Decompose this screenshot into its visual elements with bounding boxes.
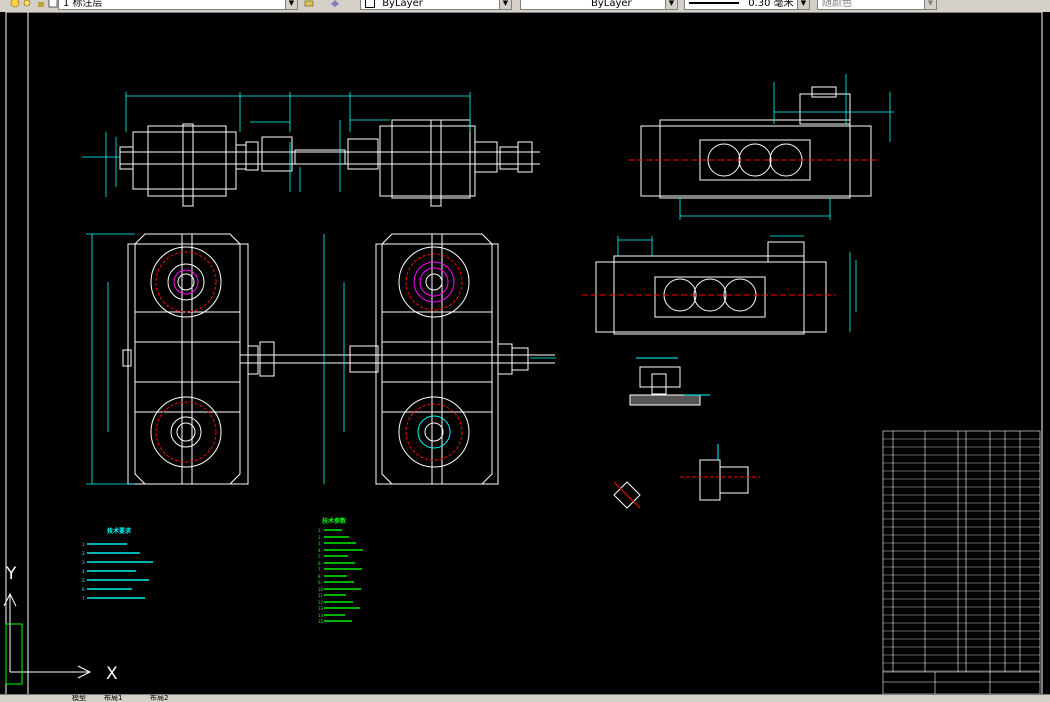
spec-text-line [324, 620, 352, 622]
color-select[interactable]: ByLayer ▼ [360, 0, 512, 10]
side-view-bottom [582, 241, 836, 335]
detail-view-c [613, 481, 641, 509]
spec-item: 2. [318, 534, 322, 540]
layer-previous-icon[interactable] [330, 0, 340, 8]
detail-view-a [629, 357, 710, 406]
chevron-down-icon[interactable]: ▼ [499, 0, 511, 9]
spec-text-line [324, 594, 346, 596]
spec-text-line [324, 587, 361, 590]
spec-text-line [324, 607, 360, 609]
tech-req-text-line [87, 552, 140, 554]
tech-req-item: 3. [82, 560, 86, 565]
spec-item: 3. [318, 541, 322, 546]
spec-text-line [324, 535, 349, 538]
layer-state-icon[interactable] [10, 0, 20, 8]
spec-item: 9. [318, 580, 322, 585]
drawing-border [5, 12, 1043, 694]
layer-color-icon[interactable] [48, 0, 58, 8]
tech-req-item: 4. [82, 569, 86, 574]
lineweight-select[interactable]: 0.30 毫米 ▼ [684, 0, 810, 10]
parts-list-table [882, 430, 1041, 694]
tech-req-title: 技术要求 [107, 528, 132, 535]
layer-name: 1 标注层 [63, 0, 103, 9]
color-value: ByLayer [382, 0, 423, 9]
front-view-dimensions [86, 233, 556, 485]
chevron-down-icon[interactable]: ▼ [665, 0, 677, 9]
make-current-icon[interactable] [304, 0, 314, 8]
layer-select[interactable]: 1 标注层 ▼ [58, 0, 298, 10]
chevron-down-icon[interactable]: ▼ [924, 0, 936, 9]
tech-req-item: 2. [82, 551, 86, 556]
chevron-down-icon[interactable]: ▼ [285, 0, 297, 9]
parts-list-rows [883, 438, 1040, 672]
ucs-y-label: Y [6, 564, 17, 584]
spec-text-line [324, 548, 363, 551]
plotstyle-select[interactable]: 随颜色 ▼ [817, 0, 937, 10]
spec-text-line [324, 555, 348, 557]
ucs-icon [3, 592, 92, 685]
tech-req-text-line [87, 543, 127, 545]
lineweight-value: 0.30 毫米 [748, 0, 794, 9]
linetype-select[interactable]: ByLayer ▼ [520, 0, 678, 10]
spec-text-line [324, 613, 345, 616]
top-view-dimensions [82, 92, 471, 197]
spec-text-line [324, 529, 342, 531]
plotstyle-value: 随颜色 [822, 0, 852, 9]
front-view-right-circles [398, 246, 470, 468]
top-view [119, 119, 540, 207]
tech-req-text-line [87, 597, 145, 599]
spec-item: 6. [318, 560, 322, 566]
spec-title: 技术参数 [322, 518, 347, 525]
spec-text-line [324, 600, 353, 603]
sun-icon[interactable] [22, 0, 32, 8]
front-view-right-box [375, 233, 499, 485]
cad-drawing [3, 12, 1043, 694]
front-view-shaft [240, 341, 555, 377]
spec-text-line [324, 581, 354, 583]
spec-item: 1. [318, 528, 322, 533]
spec-text-line [324, 574, 347, 577]
linetype-value: ByLayer [591, 0, 632, 9]
tech-req-item: 1. [82, 542, 86, 547]
spec-item: 7. [318, 567, 322, 572]
side-view-bottom-dimensions [617, 235, 857, 332]
side-view-top [628, 86, 880, 199]
front-view-left-circles [150, 246, 222, 468]
spec-text-line [324, 561, 355, 564]
tech-req-item: 6. [82, 587, 86, 592]
tech-req-text-line [87, 588, 132, 590]
tech-req-text-line [87, 561, 153, 563]
ucs-x-label: X [106, 664, 118, 684]
tech-req-item: 5. [82, 578, 86, 583]
spec-item: 5. [318, 554, 322, 559]
spec-item: 4. [318, 547, 322, 553]
chevron-down-icon[interactable]: ▼ [797, 0, 809, 9]
spec-text-line [324, 542, 356, 544]
lineweight-sample-icon [689, 2, 739, 4]
drawing-canvas[interactable]: 技术要求 1. 2. 3. 4. 5. 6. 7. 技术参数 1. 2. 3. 4. 5. 6. 7. 8… [0, 12, 1050, 694]
detail-view-b [680, 444, 760, 501]
tech-req-item: 7. [82, 596, 86, 601]
tech-req-text-line [87, 579, 149, 581]
tech-req-text-line [87, 570, 136, 572]
spec-text-line [324, 568, 362, 570]
color-swatch-icon [365, 0, 375, 8]
lock-icon[interactable] [36, 0, 46, 8]
spec-item: 8. [318, 573, 322, 579]
